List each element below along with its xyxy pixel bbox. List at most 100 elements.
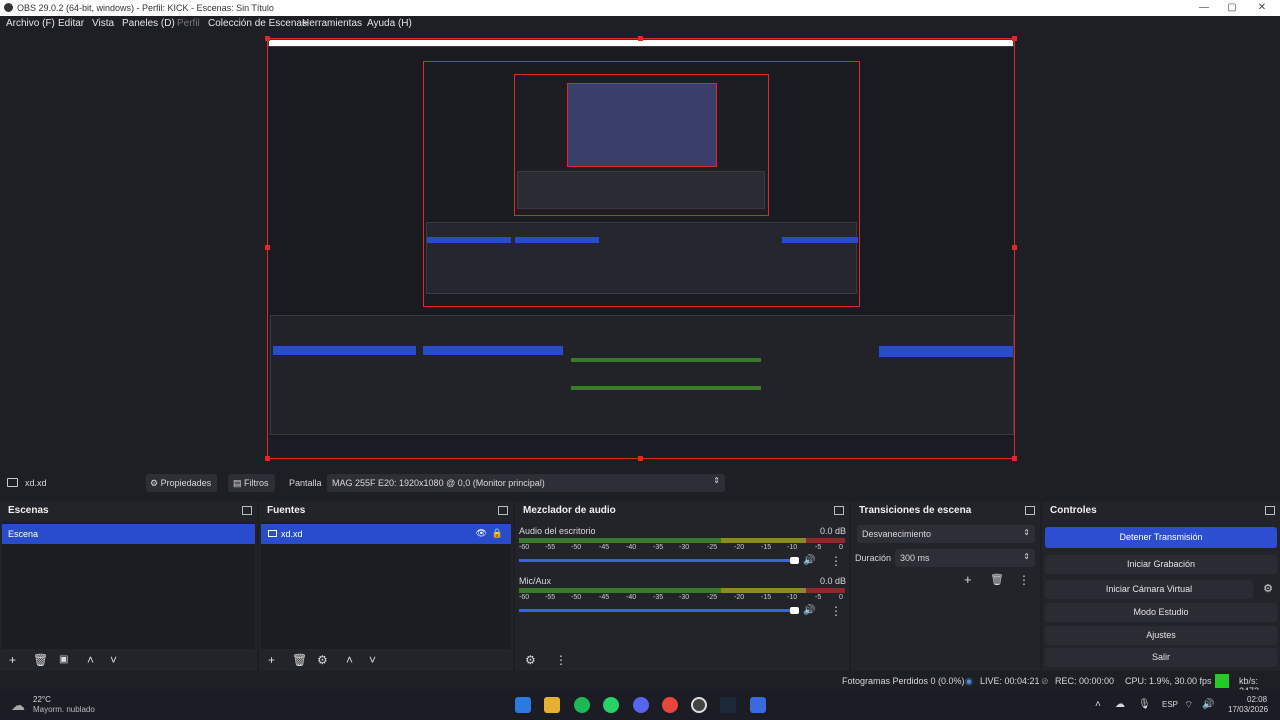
gear-icon[interactable]: ⚙ — [317, 653, 328, 667]
add-icon[interactable]: + — [964, 572, 972, 587]
mixer-toolbar: ⚙ ⋮ — [515, 649, 849, 671]
scene-item[interactable]: Escena — [2, 524, 255, 544]
rec-icon: ⊘ — [1041, 676, 1049, 686]
menu-archivo[interactable]: Archivo (F) — [6, 18, 55, 29]
transitions-dock: Transiciones de escena Desvanecimiento ⇕ … — [851, 502, 1040, 671]
obs-logo-icon — [4, 3, 13, 12]
window-titlebar: OBS 29.0.2 (64-bit, windows) - Perfil: K… — [0, 0, 1280, 16]
speaker-icon[interactable]: 🔊 — [803, 555, 815, 566]
windows-taskbar: ☁ 22°C Mayorm. nublado ˄ ☁ 🎙 ESP ⌔ 🔊 02:… — [0, 690, 1280, 720]
kebab-menu-icon[interactable]: ⋮ — [1018, 573, 1030, 587]
status-bar: Fotogramas Perdidos 0 (0.0%) ◉ LIVE: 00:… — [0, 672, 1280, 696]
monitor-icon — [268, 530, 277, 537]
menu-ayuda[interactable]: Ayuda (H) — [367, 18, 412, 29]
trash-icon[interactable]: 🗑 — [292, 653, 307, 667]
menu-paneles[interactable]: Paneles (D) — [122, 18, 175, 29]
volume-slider-handle[interactable] — [790, 607, 799, 614]
weather-temp[interactable]: 22°C — [33, 695, 51, 704]
scenes-list: Escena — [2, 522, 255, 649]
transition-type-select[interactable]: Desvanecimiento ⇕ — [857, 525, 1035, 543]
stop-stream-button[interactable]: Detener Transmisión — [1045, 527, 1277, 548]
microphone-icon[interactable]: 🎙 — [1138, 699, 1151, 710]
chevron-updown-icon: ⇕ — [1023, 528, 1030, 537]
volume-slider-handle[interactable] — [790, 557, 799, 564]
chevron-updown-icon: ⇕ — [713, 476, 720, 485]
maximize-button[interactable]: ▢ — [1225, 1, 1239, 15]
preview-canvas[interactable] — [267, 38, 1015, 459]
lock-icon[interactable]: 🔒 — [492, 528, 503, 539]
stream-health-indicator — [1215, 674, 1229, 688]
steam-icon[interactable] — [720, 697, 736, 713]
dropped-frames: Fotogramas Perdidos 0 (0.0%) — [842, 676, 965, 686]
file-explorer-icon[interactable] — [544, 697, 560, 713]
volume-icon[interactable]: 🔊 — [1202, 699, 1214, 710]
trash-icon[interactable]: 🗑 — [33, 653, 48, 667]
studio-mode-button[interactable]: Modo Estudio — [1045, 603, 1277, 622]
undock-icon[interactable] — [834, 506, 844, 515]
filter-icon[interactable]: ▣ — [59, 654, 68, 665]
rec-timer: REC: 00:00:00 — [1055, 676, 1115, 686]
minimize-button[interactable]: — — [1197, 1, 1211, 15]
kebab-menu-icon[interactable]: ⋮ — [830, 554, 842, 568]
source-toolbar: xd.xd ⚙ Propiedades ▤ Filtros Pantalla M… — [0, 474, 1280, 493]
kebab-menu-icon[interactable]: ⋮ — [830, 604, 842, 618]
app-icon[interactable] — [750, 697, 766, 713]
display-label: Pantalla — [289, 478, 322, 488]
menu-editar[interactable]: Editar — [58, 18, 84, 29]
clock-time[interactable]: 02:08 — [1247, 695, 1267, 704]
eye-icon[interactable]: 👁 — [476, 528, 487, 539]
nested-docks — [270, 315, 1014, 435]
clock-date[interactable]: 17/03/2026 — [1228, 705, 1268, 714]
gear-icon[interactable]: ⚙ — [525, 653, 536, 667]
undock-icon[interactable] — [498, 506, 508, 515]
whatsapp-icon[interactable] — [603, 697, 619, 713]
discord-icon[interactable] — [633, 697, 649, 713]
add-icon[interactable]: + — [268, 653, 275, 667]
sources-title: Fuentes — [267, 505, 306, 516]
controls-title: Controles — [1050, 505, 1097, 516]
selected-source-name: xd.xd — [25, 478, 47, 488]
undock-icon[interactable] — [242, 506, 252, 515]
weather-desc[interactable]: Mayorm. nublado — [33, 705, 95, 714]
menu-vista[interactable]: Vista — [92, 18, 114, 29]
start-recording-button[interactable]: Iniciar Grabación — [1045, 555, 1277, 574]
stepper-icon[interactable]: ⇕ — [1023, 552, 1030, 561]
volume-slider-mic[interactable] — [519, 609, 799, 612]
undock-icon[interactable] — [1265, 506, 1275, 515]
scenes-toolbar: + 🗑 ▣ ˄ ˅ — [0, 649, 257, 671]
filters-button[interactable]: ▤ Filtros — [228, 474, 275, 492]
tray-chevron-up-icon[interactable]: ˄ — [1095, 699, 1101, 710]
undock-icon[interactable] — [1025, 506, 1035, 515]
network-icon[interactable]: ☁ — [1115, 699, 1125, 710]
start-virtual-camera-button[interactable]: Iniciar Cámara Virtual — [1045, 580, 1253, 599]
chevron-down-icon[interactable]: ˅ — [110, 653, 117, 667]
obs-icon[interactable] — [691, 697, 707, 713]
volume-slider-desktop[interactable] — [519, 559, 799, 562]
display-select[interactable]: MAG 255F E20: 1920x1080 @ 0,0 (Monitor p… — [327, 474, 725, 492]
kebab-menu-icon[interactable]: ⋮ — [555, 653, 567, 667]
trash-icon[interactable]: 🗑 — [990, 573, 1004, 586]
wifi-icon[interactable]: ⌔ — [1184, 699, 1193, 712]
windows-start-icon[interactable] — [515, 697, 531, 713]
settings-button[interactable]: Ajustes — [1045, 626, 1277, 645]
chevron-up-icon[interactable]: ˄ — [346, 653, 353, 667]
properties-button[interactable]: ⚙ Propiedades — [146, 474, 217, 492]
add-icon[interactable]: + — [9, 653, 16, 667]
menu-coleccion-escenas[interactable]: Colección de Escenas — [208, 18, 307, 29]
duration-label: Duración — [855, 553, 892, 563]
spotify-icon[interactable] — [574, 697, 590, 713]
exit-button[interactable]: Salir — [1045, 648, 1277, 667]
chevron-down-icon[interactable]: ˅ — [369, 653, 376, 667]
close-button[interactable]: ✕ — [1255, 1, 1269, 15]
chrome-icon[interactable] — [662, 697, 678, 713]
menu-perfil[interactable]: Perfil — [177, 18, 200, 29]
gear-icon[interactable]: ⚙ — [1259, 582, 1277, 599]
language-indicator[interactable]: ESP — [1162, 700, 1178, 709]
chevron-up-icon[interactable]: ˄ — [87, 653, 94, 667]
source-item[interactable]: xd.xd 👁 🔒 — [261, 524, 511, 544]
transitions-title: Transiciones de escena — [859, 505, 972, 516]
scenes-title: Escenas — [8, 505, 49, 516]
duration-input[interactable]: 300 ms ⇕ — [895, 549, 1035, 567]
menu-herramientas[interactable]: Herramientas — [302, 18, 362, 29]
speaker-icon[interactable]: 🔊 — [803, 605, 815, 616]
